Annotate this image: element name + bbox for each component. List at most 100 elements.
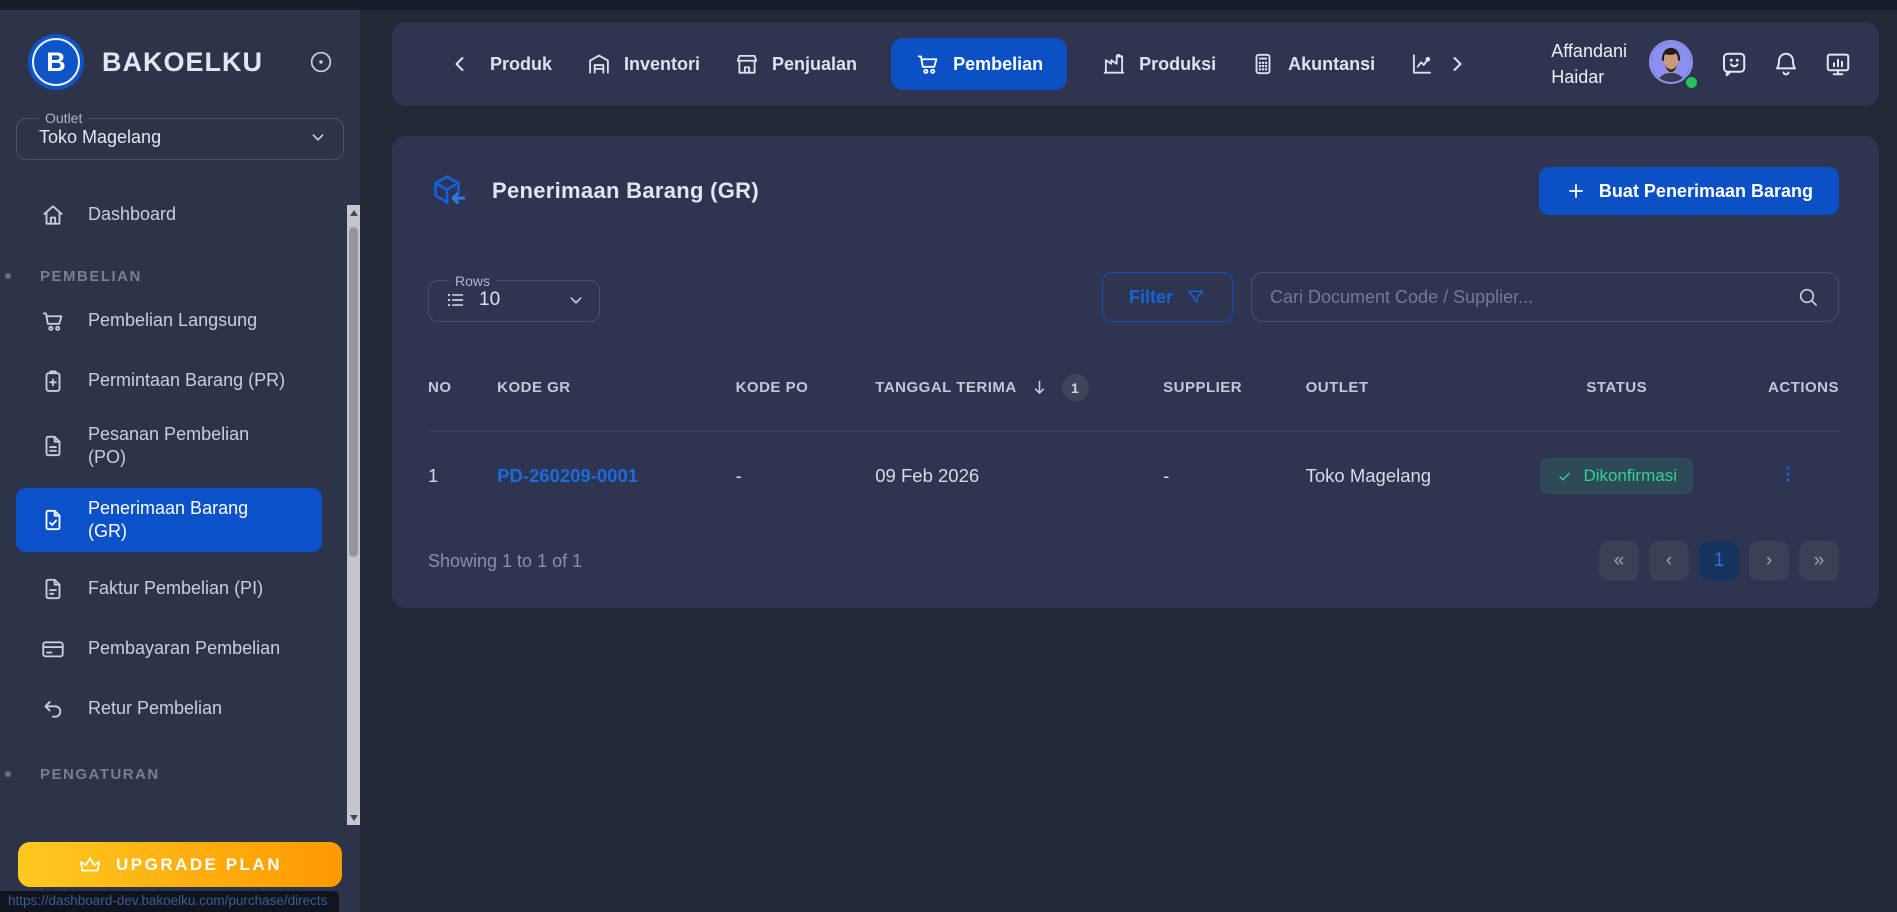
crown-icon: [78, 853, 102, 877]
section-label: PENGATURAN: [40, 766, 160, 783]
cell-outlet: Toko Magelang: [1306, 432, 1530, 522]
cart-icon: [915, 51, 941, 77]
sidebar-collapse-icon[interactable]: [308, 49, 334, 75]
rows-label: Rows: [449, 273, 496, 289]
sidebar-item-label: Pembelian Langsung: [88, 309, 257, 332]
search-icon[interactable]: [1796, 285, 1820, 309]
outlet-select[interactable]: Outlet Toko Magelang: [16, 110, 344, 160]
column-header-status[interactable]: STATUS: [1530, 356, 1704, 432]
sidebar-item-pembayaran-pembelian[interactable]: Pembayaran Pembelian: [0, 626, 360, 672]
search-input[interactable]: [1270, 287, 1796, 308]
sidebar-nav: Dashboard PEMBELIAN Pembelian Langsung P…: [0, 192, 360, 788]
sidebar-item-label: Faktur Pembelian (PI): [88, 577, 263, 600]
showing-text: Showing 1 to 1 of 1: [428, 551, 582, 572]
nav-item-akuntansi[interactable]: Akuntansi: [1250, 51, 1375, 77]
sidebar-item-dashboard[interactable]: Dashboard: [0, 192, 360, 238]
brand-name: BAKOELKU: [102, 47, 263, 78]
app-screen: B BAKOELKU Outlet Toko Magelang Dashboar…: [0, 0, 1897, 912]
check-icon: [1556, 468, 1573, 485]
warehouse-icon: [586, 51, 612, 77]
store-icon: [734, 51, 760, 77]
nav-item-pembelian[interactable]: Pembelian: [891, 38, 1067, 90]
sidebar-item-penerimaan-barang[interactable]: Penerimaan Barang (GR): [16, 488, 322, 552]
current-page-button[interactable]: 1: [1699, 541, 1739, 581]
sidebar-item-label: Penerimaan Barang (GR): [88, 497, 283, 544]
column-header-kode-gr[interactable]: KODE GR: [497, 356, 735, 432]
last-page-button[interactable]: »: [1799, 541, 1839, 581]
display-monitor-icon[interactable]: [1823, 49, 1853, 79]
filter-button[interactable]: Filter: [1102, 272, 1233, 322]
goods-receipt-table: NO KODE GR KODE PO TANGGAL TERIMA 1: [428, 356, 1839, 521]
nav-scroll-right-icon[interactable]: [1445, 52, 1469, 76]
nav-item-label: Produksi: [1139, 54, 1216, 75]
table-header-row: NO KODE GR KODE PO TANGGAL TERIMA 1: [428, 356, 1839, 432]
avatar[interactable]: [1649, 40, 1697, 88]
rows-value: 10: [479, 289, 500, 311]
outlet-value: Toko Magelang: [39, 127, 161, 148]
row-actions-kebab-icon[interactable]: [1777, 463, 1839, 485]
chart-icon: [1409, 51, 1435, 77]
column-header-outlet[interactable]: OUTLET: [1306, 356, 1530, 432]
nav-item-label: Akuntansi: [1288, 54, 1375, 75]
nav-item-laporan-partial[interactable]: [1409, 51, 1435, 77]
nav-item-produksi[interactable]: Produksi: [1101, 51, 1216, 77]
first-page-button[interactable]: «: [1599, 541, 1639, 581]
funnel-icon: [1185, 287, 1206, 308]
next-page-button[interactable]: ›: [1749, 541, 1789, 581]
sidebar-item-retur-pembelian[interactable]: Retur Pembelian: [0, 686, 360, 732]
undo-arrow-icon: [40, 696, 66, 722]
nav-item-inventori[interactable]: Inventori: [586, 51, 700, 77]
sidebar-item-faktur-pembelian[interactable]: Faktur Pembelian (PI): [0, 566, 360, 612]
cell-status: Dikonfirmasi: [1530, 432, 1704, 522]
column-header-tanggal-terima[interactable]: TANGGAL TERIMA 1: [875, 356, 1163, 432]
sidebar-item-pembelian-langsung[interactable]: Pembelian Langsung: [0, 298, 360, 344]
sidebar-header: B BAKOELKU: [0, 10, 360, 90]
nav-item-label: Penjualan: [772, 54, 857, 75]
user-name-line2: Haidar: [1551, 64, 1627, 90]
scrollbar-down-arrow[interactable]: [347, 810, 360, 825]
table-footer: Showing 1 to 1 of 1 « ‹ 1 › »: [428, 541, 1839, 581]
chevron-down-icon: [565, 289, 587, 311]
clipboard-plus-icon: [40, 368, 66, 394]
factory-icon: [1101, 51, 1127, 77]
cell-supplier: -: [1163, 432, 1306, 522]
notifications-bell-icon[interactable]: [1771, 49, 1801, 79]
column-header-no[interactable]: NO: [428, 356, 497, 432]
file-lines-icon: [40, 433, 66, 459]
feedback-chat-icon[interactable]: [1719, 49, 1749, 79]
user-name-line1: Affandani: [1551, 38, 1627, 64]
prev-page-button[interactable]: ‹: [1649, 541, 1689, 581]
nav-item-label: Inventori: [624, 54, 700, 75]
sidebar-item-label: Pembayaran Pembelian: [88, 637, 280, 660]
nav-scroll-left-icon[interactable]: [448, 52, 472, 76]
upgrade-plan-label: UPGRADE PLAN: [116, 855, 282, 875]
sidebar-item-pesanan-pembelian[interactable]: Pesanan Pembelian (PO): [0, 414, 360, 478]
sidebar-item-label: Permintaan Barang (PR): [88, 369, 285, 392]
credit-card-icon: [40, 636, 66, 662]
sort-descending-icon[interactable]: [1029, 377, 1050, 398]
nav-item-label: Produk: [490, 54, 552, 75]
nav-item-produk[interactable]: Produk: [490, 54, 552, 75]
top-navigation-bar: Produk Inventori Penjualan: [392, 22, 1879, 106]
nav-item-label: Pembelian: [953, 54, 1043, 75]
online-status-dot: [1684, 75, 1699, 90]
scrollbar-thumb[interactable]: [349, 227, 358, 557]
file-check-icon: [40, 507, 66, 533]
sidebar-item-label: Dashboard: [88, 203, 176, 226]
chevron-down-icon: [307, 126, 329, 148]
sidebar-scrollbar: [347, 205, 360, 825]
status-url: https://dashboard-dev.bakoelku.com/purch…: [8, 893, 327, 908]
upgrade-plan-button[interactable]: UPGRADE PLAN: [18, 842, 342, 887]
scrollbar-up-arrow[interactable]: [347, 205, 360, 220]
sidebar-section-pembelian: PEMBELIAN: [0, 262, 360, 290]
rows-per-page-select[interactable]: Rows 10: [428, 273, 600, 322]
column-header-kode-po[interactable]: KODE PO: [736, 356, 876, 432]
box-receive-icon: [428, 172, 466, 210]
cell-kode-po: -: [736, 432, 876, 522]
cell-kode-gr-link[interactable]: PD-260209-0001: [497, 432, 735, 522]
create-goods-receipt-button[interactable]: Buat Penerimaan Barang: [1539, 167, 1839, 215]
column-header-supplier[interactable]: SUPPLIER: [1163, 356, 1306, 432]
nav-item-penjualan[interactable]: Penjualan: [734, 51, 857, 77]
sidebar-item-label: Pesanan Pembelian (PO): [88, 423, 283, 470]
sidebar-item-permintaan-barang[interactable]: Permintaan Barang (PR): [0, 358, 360, 404]
